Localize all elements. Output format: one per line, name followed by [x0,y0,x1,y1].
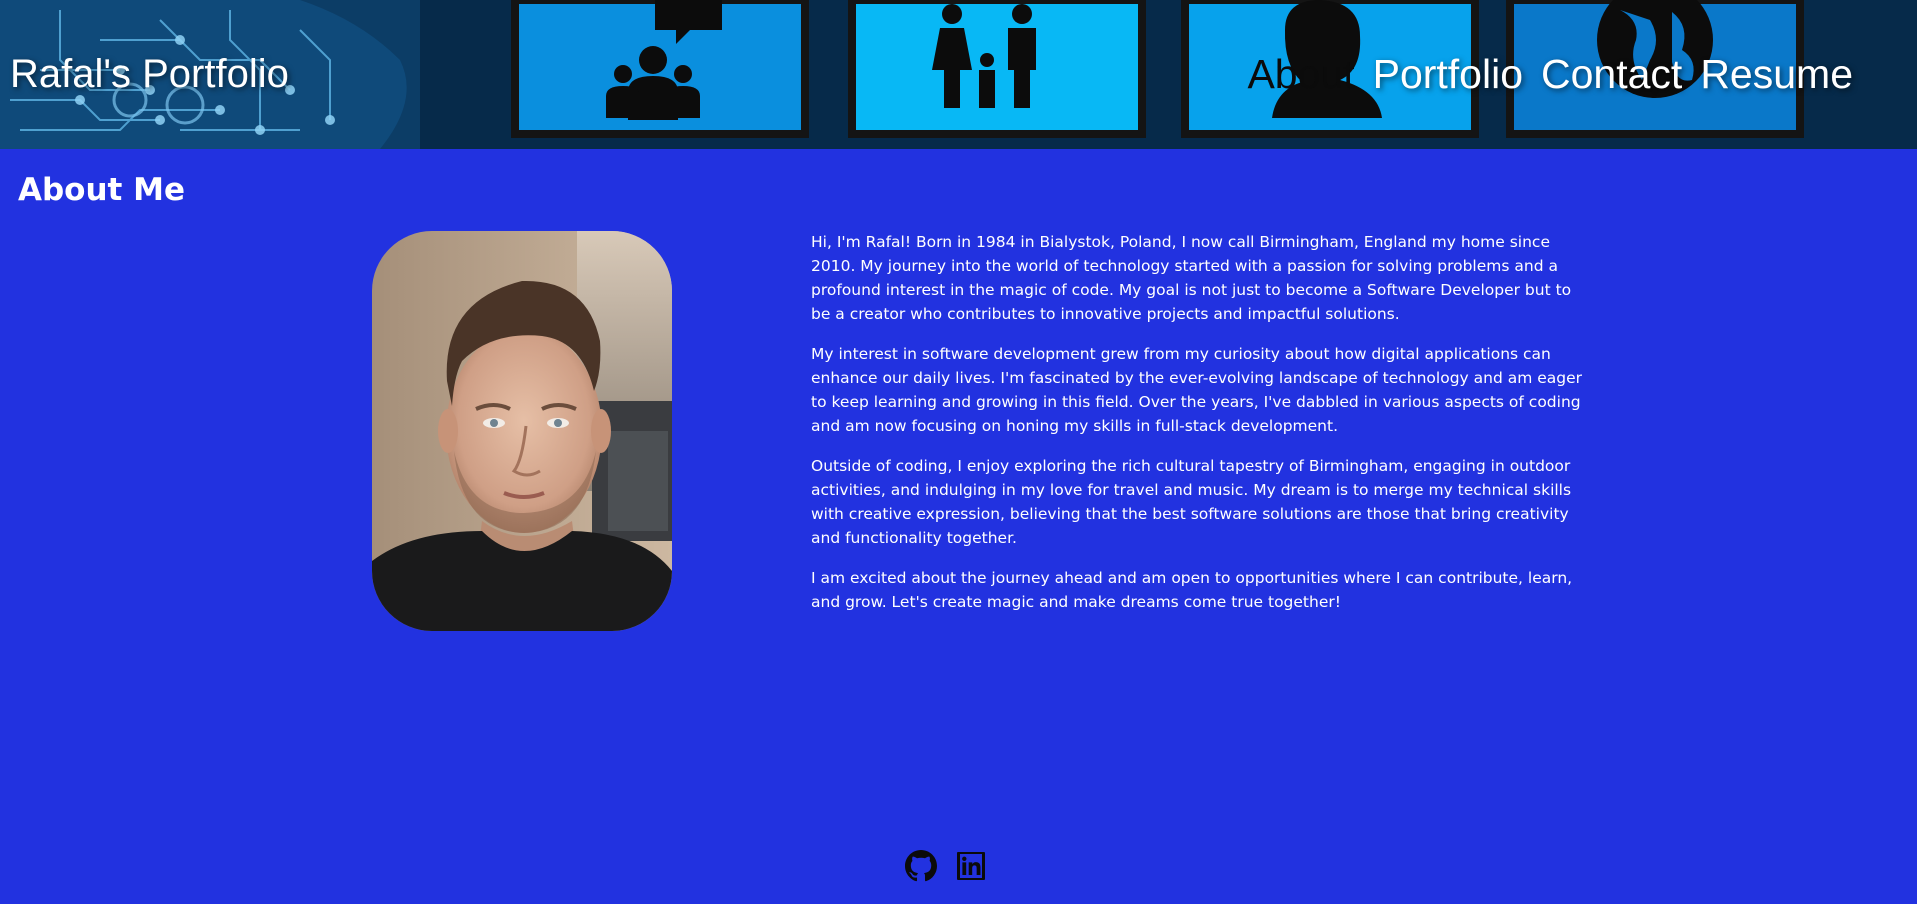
profile-photo-image [372,231,672,631]
site-header: Rafal's Portfolio About Portfolio Contac… [0,0,1917,149]
site-title[interactable]: Rafal's Portfolio [10,48,289,100]
nav-link-resume[interactable]: Resume [1700,48,1853,100]
about-paragraph: Outside of coding, I enjoy exploring the… [811,457,1572,547]
linkedin-icon [957,852,985,880]
about-paragraph: Hi, I'm Rafal! Born in 1984 in Bialystok… [811,233,1572,323]
site-footer [0,850,1917,886]
nav-link-contact[interactable]: Contact [1541,48,1682,100]
about-paragraph: I am excited about the journey ahead and… [811,569,1573,611]
about-text: Hi, I'm Rafal! Born in 1984 in Bialystok… [811,230,1591,630]
section-heading: About Me [18,172,186,208]
github-link[interactable] [905,850,937,882]
profile-photo [372,231,672,631]
nav-link-about[interactable]: About [1247,48,1354,100]
nav-link-portfolio[interactable]: Portfolio [1373,48,1523,100]
main-nav: About Portfolio Contact Resume [1247,48,1853,100]
linkedin-link[interactable] [955,850,987,882]
github-icon [905,850,937,882]
about-paragraph: My interest in software development grew… [811,345,1583,435]
